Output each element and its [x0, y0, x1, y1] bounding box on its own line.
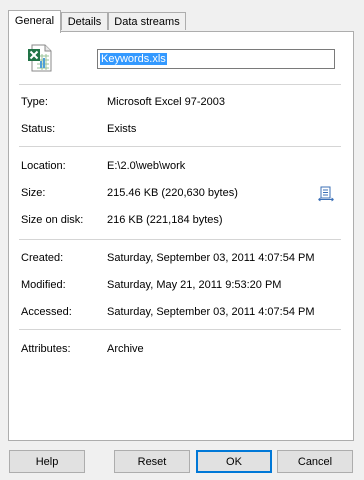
location-label: Location: [21, 160, 66, 172]
accessed-value: Saturday, September 03, 2011 4:07:54 PM [107, 306, 315, 318]
attributes-label: Attributes: [21, 343, 71, 355]
tab-details[interactable]: Details [61, 12, 108, 30]
type-value: Microsoft Excel 97-2003 [107, 96, 225, 108]
created-label: Created: [21, 252, 64, 264]
size-on-disk-label: Size on disk: [21, 214, 84, 226]
separator [19, 329, 341, 330]
tab-general[interactable]: General [8, 10, 61, 33]
general-tab-panel: Keywords.xls Type: Microsoft Excel 97-20… [8, 31, 354, 441]
modified-value: Saturday, May 21, 2011 9:53:20 PM [107, 279, 282, 291]
separator [19, 146, 341, 147]
accessed-label: Accessed: [21, 306, 72, 318]
tab-data-streams[interactable]: Data streams [108, 12, 186, 30]
separator [19, 239, 341, 240]
ok-button[interactable]: OK [196, 450, 272, 473]
size-label: Size: [21, 187, 46, 199]
reset-button[interactable]: Reset [114, 450, 190, 473]
file-name-input[interactable]: Keywords.xls [97, 49, 335, 69]
size-value: 215.46 KB (220,630 bytes) [107, 187, 238, 199]
excel-file-icon [26, 44, 54, 72]
status-label: Status: [21, 123, 56, 135]
size-info-icon[interactable] [318, 186, 334, 202]
created-value: Saturday, September 03, 2011 4:07:54 PM [107, 252, 315, 264]
cancel-button[interactable]: Cancel [277, 450, 353, 473]
modified-label: Modified: [21, 279, 66, 291]
separator [19, 84, 341, 85]
file-name-selection: Keywords.xls [100, 53, 167, 65]
type-label: Type: [21, 96, 48, 108]
help-button[interactable]: Help [9, 450, 85, 473]
attributes-value: Archive [107, 343, 144, 355]
location-value: E:\2.0\web\work [107, 160, 186, 172]
size-on-disk-value: 216 KB (221,184 bytes) [107, 214, 223, 226]
status-value: Exists [107, 123, 137, 135]
